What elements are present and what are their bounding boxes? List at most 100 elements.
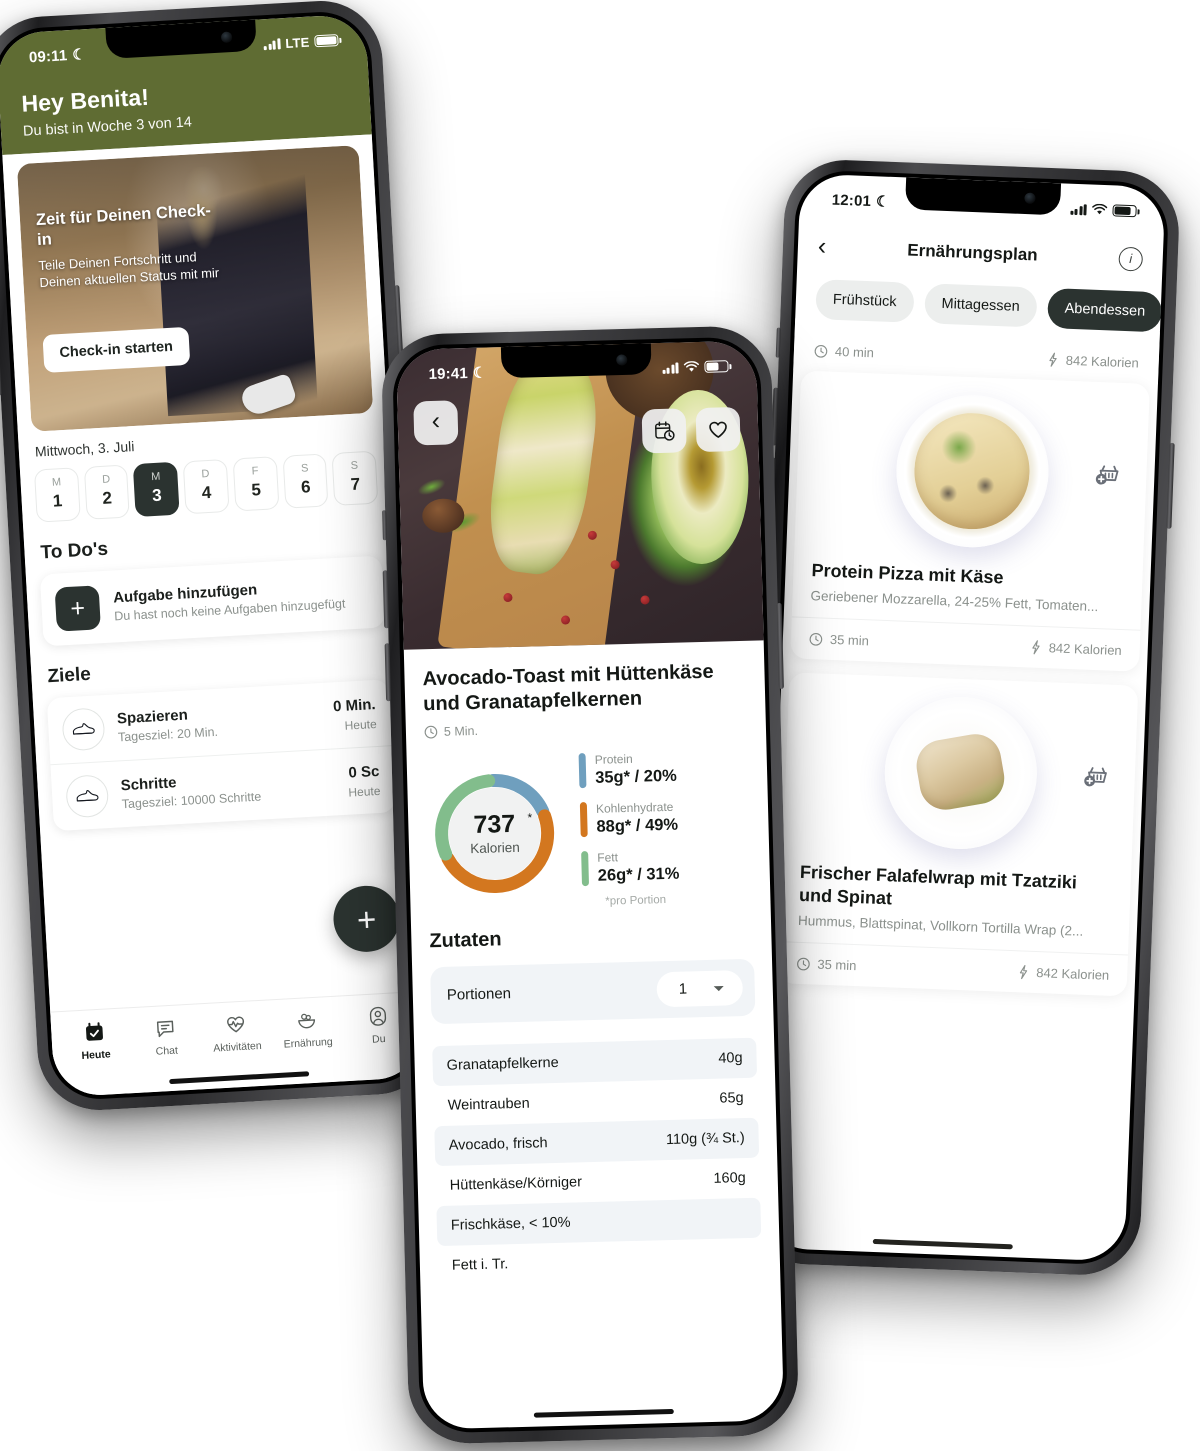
phone1-screen: 09:11 ☾ LTE Hey Benita! Du bist in Woche… bbox=[0, 13, 425, 1098]
cellular-signal-icon bbox=[662, 362, 679, 374]
basket-plus-icon[interactable] bbox=[1078, 758, 1113, 798]
macro-legend: Protein 35g* / 20% Kohlenhydrate 88g* / … bbox=[578, 751, 680, 887]
phone-home: 09:11 ☾ LTE Hey Benita! Du bist in Woche… bbox=[0, 0, 441, 1114]
day-letter: S bbox=[350, 459, 359, 472]
day-2[interactable]: D2 bbox=[83, 464, 131, 520]
heart-icon[interactable] bbox=[695, 406, 741, 453]
day-number: 7 bbox=[350, 474, 361, 495]
ingredient-amount: 160g bbox=[713, 1170, 746, 1187]
legend-fat: Fett 26g* / 31% bbox=[581, 849, 680, 887]
tab-fruehstueck[interactable]: Frühstück bbox=[815, 279, 915, 323]
bolt-icon bbox=[1049, 352, 1057, 367]
tab-label: Ernährung bbox=[283, 1035, 333, 1051]
portions-label: Portionen bbox=[446, 985, 512, 1004]
volume-up-button[interactable] bbox=[382, 570, 390, 629]
ingredient-row: Fett i. Tr. bbox=[437, 1238, 762, 1286]
day-1[interactable]: M1 bbox=[33, 467, 81, 523]
tab-aktivitaeten[interactable]: Aktivitäten bbox=[200, 1010, 273, 1055]
ingredient-name: Frischkäse, < 10% bbox=[450, 1214, 571, 1234]
goal-period: Heute bbox=[348, 783, 381, 800]
ingredients-list: Granatapfelkerne 40g Weintrauben 65g Avoca… bbox=[432, 1037, 762, 1286]
start-checkin-button[interactable]: Check-in starten bbox=[42, 326, 190, 373]
phone-meal-plan: 12:01 ☾ ‹ Ernährungsplan i Frühstück Mit… bbox=[743, 157, 1182, 1278]
chat-bubble-icon bbox=[130, 1014, 202, 1042]
meal-image bbox=[893, 392, 1051, 551]
mute-switch[interactable] bbox=[775, 327, 781, 358]
back-button[interactable]: ‹ bbox=[413, 400, 459, 446]
clock-icon bbox=[809, 632, 823, 646]
status-time: 09:11 bbox=[28, 46, 68, 66]
page-title: Ernährungsplan bbox=[907, 240, 1039, 265]
day-letter: M bbox=[51, 476, 62, 489]
bolt-icon bbox=[1019, 965, 1028, 980]
day-7[interactable]: S7 bbox=[331, 450, 379, 506]
day-letter: D bbox=[201, 467, 210, 481]
home-indicator bbox=[533, 1408, 674, 1418]
home-indicator bbox=[872, 1238, 1013, 1250]
mute-switch[interactable] bbox=[382, 510, 387, 541]
day-4[interactable]: D4 bbox=[182, 458, 230, 515]
calorie-value: 737 bbox=[473, 809, 516, 840]
tab-ernaehrung[interactable]: Ernährung bbox=[271, 1006, 344, 1051]
legend-swatch bbox=[579, 802, 588, 838]
back-button[interactable]: ‹ bbox=[817, 232, 826, 260]
cellular-signal-icon bbox=[1069, 203, 1087, 215]
wifi-icon bbox=[1092, 203, 1108, 215]
day-6[interactable]: S6 bbox=[282, 453, 329, 509]
day-number: 6 bbox=[300, 477, 312, 497]
day-3[interactable]: M3 bbox=[133, 461, 180, 518]
cellular-signal-icon bbox=[263, 37, 281, 50]
moon-icon: ☾ bbox=[71, 46, 87, 64]
macro-donut: 737 Kalorien * bbox=[429, 767, 560, 898]
tab-label: Chat bbox=[155, 1044, 179, 1058]
add-task-card[interactable]: + Aufgabe hinzufügen Du hast noch keine … bbox=[39, 555, 386, 647]
volume-down-button[interactable] bbox=[0, 337, 2, 396]
status-time: 19:41 bbox=[428, 364, 469, 383]
meal-card[interactable]: Protein Pizza mit Käse Geriebener Mozzar… bbox=[790, 370, 1150, 672]
day-5[interactable]: F5 bbox=[232, 456, 280, 512]
tab-mittagessen[interactable]: Mittagessen bbox=[923, 283, 1038, 328]
battery-icon bbox=[704, 360, 729, 373]
macro-value: 88g* / 49% bbox=[596, 815, 679, 836]
ingredient-name: Fett i. Tr. bbox=[451, 1256, 509, 1274]
day-letter: D bbox=[101, 473, 111, 486]
calorie-label: Kalorien bbox=[470, 839, 520, 857]
goal-subtitle: Tagesziel: 20 Min. bbox=[117, 724, 219, 745]
bolt-icon bbox=[1032, 640, 1040, 655]
shoe-icon bbox=[65, 774, 110, 819]
day-letter: M bbox=[150, 470, 161, 484]
status-time: 12:01 bbox=[831, 191, 872, 210]
power-button[interactable] bbox=[1166, 442, 1175, 529]
tab-heute[interactable]: Heute bbox=[59, 1018, 132, 1063]
portions-value: 1 bbox=[678, 980, 688, 998]
legend-carbs: Kohlenhydrate 88g* / 49% bbox=[579, 800, 679, 838]
plan-time: 40 min bbox=[834, 343, 875, 361]
meal-card[interactable]: Frischer Falafelwrap mit Tzatziki und Sp… bbox=[777, 672, 1139, 997]
day-number: 5 bbox=[250, 480, 262, 500]
meal-calories: 842 Kalorien bbox=[1048, 640, 1122, 659]
portions-select[interactable]: 1 bbox=[656, 970, 744, 1008]
meal-time: 35 min bbox=[817, 956, 857, 974]
tab-chat[interactable]: Chat bbox=[130, 1014, 203, 1059]
heart-pulse-icon bbox=[200, 1010, 272, 1038]
basket-plus-icon[interactable] bbox=[1090, 456, 1125, 496]
day-letter: F bbox=[251, 465, 259, 478]
volume-down-button[interactable] bbox=[384, 643, 392, 702]
chevron-down-icon bbox=[714, 985, 725, 991]
goal-value: 0 Sc bbox=[348, 762, 380, 782]
calendar-check-icon bbox=[59, 1018, 131, 1046]
portion-footnote: *pro Portion bbox=[605, 894, 667, 908]
info-icon[interactable]: i bbox=[1118, 246, 1144, 272]
tab-abendessen[interactable]: Abendessen bbox=[1046, 287, 1163, 333]
calendar-clock-icon[interactable] bbox=[641, 408, 687, 454]
recipe-content: Avocado-Toast mit Hüttenkäse und Granata… bbox=[404, 640, 781, 1286]
checkin-card[interactable]: Zeit für Deinen Check-in Teile Deinen Fo… bbox=[16, 145, 374, 432]
mockup-stage: 12:01 ☾ ‹ Ernährungsplan i Frühstück Mit… bbox=[0, 0, 1200, 1451]
clock-icon bbox=[814, 344, 828, 358]
moon-icon: ☾ bbox=[875, 193, 891, 211]
meal-time: 35 min bbox=[829, 631, 870, 649]
nutrition-chart: 737 Kalorien * Protein 35g* / 20% Kohlen… bbox=[425, 749, 753, 912]
legend-swatch bbox=[578, 753, 587, 789]
battery-icon bbox=[1112, 204, 1137, 218]
legend-swatch bbox=[581, 851, 590, 887]
